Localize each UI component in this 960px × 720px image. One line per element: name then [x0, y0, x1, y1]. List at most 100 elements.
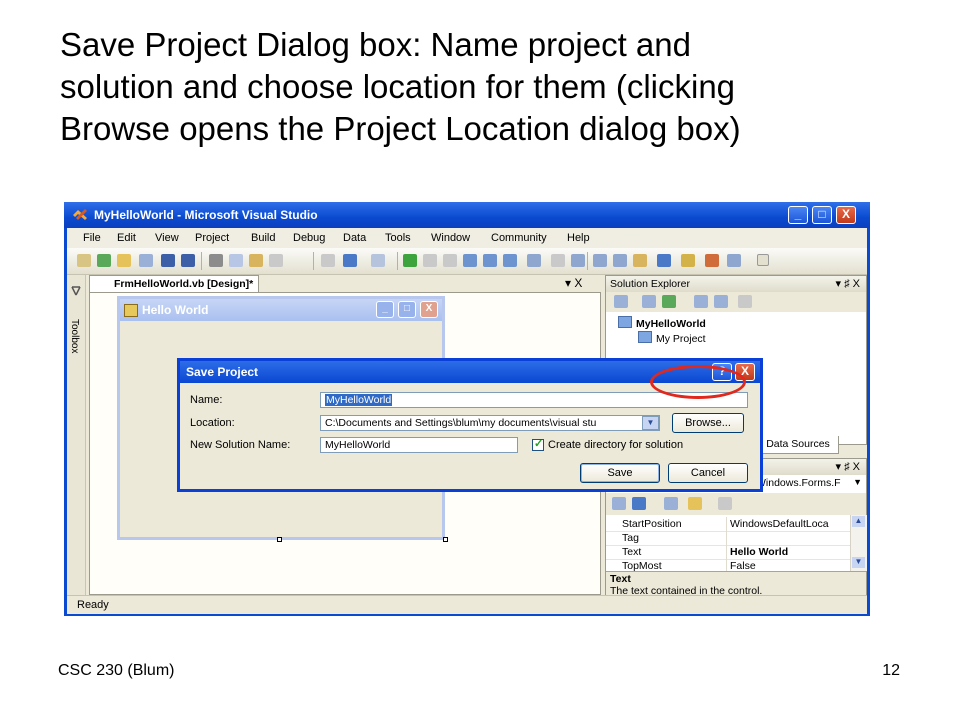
property-divider: [726, 545, 727, 559]
slide-title-line-3: Browse opens the Project Location dialog…: [60, 110, 741, 147]
new-project-icon[interactable]: [77, 254, 91, 267]
property-description-title: Text: [610, 573, 631, 585]
tab-data-sources[interactable]: Data Sources: [757, 436, 839, 454]
create-directory-checkbox[interactable]: [532, 437, 544, 451]
menu-project[interactable]: Project: [195, 232, 229, 244]
undo-icon[interactable]: [343, 254, 357, 267]
menu-build[interactable]: Build: [251, 232, 275, 244]
form-maximize-icon: □: [398, 301, 416, 318]
pause-icon[interactable]: [423, 254, 437, 267]
object-browser-icon[interactable]: [633, 254, 647, 267]
menu-debug[interactable]: Debug: [293, 232, 325, 244]
events-icon[interactable]: [688, 497, 702, 510]
add-item-icon[interactable]: [97, 254, 111, 267]
save-button[interactable]: Save: [580, 463, 660, 483]
toolbar-separator: [201, 252, 202, 270]
cut-icon[interactable]: [209, 254, 223, 267]
properties-object-value: Windows.Forms.F: [756, 477, 841, 489]
property-row-text[interactable]: Text Hello World: [606, 545, 850, 560]
form-title-text: Hello World: [142, 303, 209, 317]
comment-icon[interactable]: [321, 254, 335, 267]
browse-button[interactable]: Browse...: [672, 413, 744, 433]
properties-icon[interactable]: [614, 295, 628, 308]
properties-window-icon[interactable]: [613, 254, 627, 267]
step-into-icon[interactable]: [463, 254, 477, 267]
save-all-icon[interactable]: [181, 254, 195, 267]
tree-item-my-project[interactable]: My Project: [638, 331, 706, 345]
property-row-tag[interactable]: Tag: [606, 531, 850, 546]
tab-form-design[interactable]: FrmHelloWorld.vb [Design]*: [89, 275, 259, 293]
find-symbol-icon[interactable]: [571, 254, 585, 267]
form-close-icon: X: [420, 301, 438, 318]
paste-icon[interactable]: [249, 254, 263, 267]
properties-view-icon[interactable]: [664, 497, 678, 510]
redo-icon[interactable]: [371, 254, 385, 267]
copy-icon[interactable]: [229, 254, 243, 267]
standard-toolbar: [67, 248, 867, 275]
slide-title-line-2: solution and choose location for them (c…: [60, 68, 736, 105]
menu-view[interactable]: View: [155, 232, 179, 244]
solution-explorer-icon[interactable]: [593, 254, 607, 267]
refresh-icon[interactable]: [662, 295, 676, 308]
cancel-button[interactable]: Cancel: [668, 463, 748, 483]
find-in-files-icon[interactable]: [527, 254, 541, 267]
open-file-icon[interactable]: [139, 254, 153, 267]
alphabetical-icon[interactable]: [632, 497, 646, 510]
document-window-controls[interactable]: ▾ X: [565, 276, 582, 290]
highlight-oval: [650, 365, 746, 399]
minimize-button[interactable]: _: [788, 206, 808, 224]
property-row-startposition[interactable]: StartPosition WindowsDefaultLoca: [606, 517, 850, 532]
menu-file[interactable]: File: [83, 232, 101, 244]
form-minimize-icon: _: [376, 301, 394, 318]
stop-icon[interactable]: [443, 254, 457, 267]
location-field[interactable]: C:\Documents and Settings\blum\my docume…: [320, 415, 660, 431]
page-number: 12: [882, 662, 900, 679]
slide-title-line-1: Save Project Dialog box: Name project an…: [60, 26, 691, 63]
solution-explorer-controls[interactable]: ▾ ♯ X: [836, 277, 860, 290]
view-code-icon[interactable]: [694, 295, 708, 308]
name-field-value: MyHelloWorld: [325, 394, 393, 406]
property-pages-icon[interactable]: [718, 497, 732, 510]
chevron-down-icon[interactable]: ▼: [642, 416, 659, 430]
scroll-down-icon[interactable]: ▼: [852, 557, 865, 568]
menu-tools[interactable]: Tools: [385, 232, 411, 244]
status-text: Ready: [77, 599, 109, 611]
maximize-button[interactable]: □: [812, 206, 832, 224]
toolbox-strip[interactable]: Toolbox: [67, 275, 86, 595]
show-all-files-icon[interactable]: [642, 295, 656, 308]
view-designer-icon[interactable]: [714, 295, 728, 308]
menu-community[interactable]: Community: [491, 232, 547, 244]
categorized-icon[interactable]: [612, 497, 626, 510]
menu-help[interactable]: Help: [567, 232, 590, 244]
step-over-icon[interactable]: [483, 254, 497, 267]
solution-explorer-title: Solution Explorer: [610, 278, 690, 290]
scroll-up-icon[interactable]: ▲: [852, 516, 865, 527]
properties-scrollbar[interactable]: ▲ ▼: [850, 515, 867, 571]
class-diagram-icon[interactable]: [738, 295, 752, 308]
start-page-icon[interactable]: [705, 254, 719, 267]
find-icon[interactable]: [269, 254, 283, 267]
vs-client-area: File Edit View Project Build Debug Data …: [67, 228, 867, 614]
toolbar-overflow-icon[interactable]: [757, 254, 769, 266]
command-window-icon[interactable]: [727, 254, 741, 267]
tree-item-solution[interactable]: MyHelloWorld: [618, 316, 706, 330]
open-folder-icon[interactable]: [117, 254, 131, 267]
toolbox-icon[interactable]: [681, 254, 695, 267]
resize-handle-bottom[interactable]: [277, 537, 282, 542]
menu-edit[interactable]: Edit: [117, 232, 136, 244]
menu-window[interactable]: Window: [431, 232, 470, 244]
close-button[interactable]: X: [836, 206, 856, 224]
immediate-icon[interactable]: [551, 254, 565, 267]
start-debugging-icon[interactable]: [403, 254, 417, 267]
toolbar-separator: [587, 252, 588, 270]
project-icon: [618, 316, 632, 328]
save-icon[interactable]: [161, 254, 175, 267]
property-name: Tag: [622, 532, 639, 544]
step-out-icon[interactable]: [503, 254, 517, 267]
class-view-icon[interactable]: [657, 254, 671, 267]
menu-data[interactable]: Data: [343, 232, 366, 244]
properties-controls[interactable]: ▾ ♯ X: [836, 460, 860, 473]
resize-handle-corner[interactable]: [443, 537, 448, 542]
solution-name-field[interactable]: MyHelloWorld: [320, 437, 518, 453]
vs-title-bar[interactable]: MyHelloWorld - Microsoft Visual Studio _…: [64, 202, 870, 228]
